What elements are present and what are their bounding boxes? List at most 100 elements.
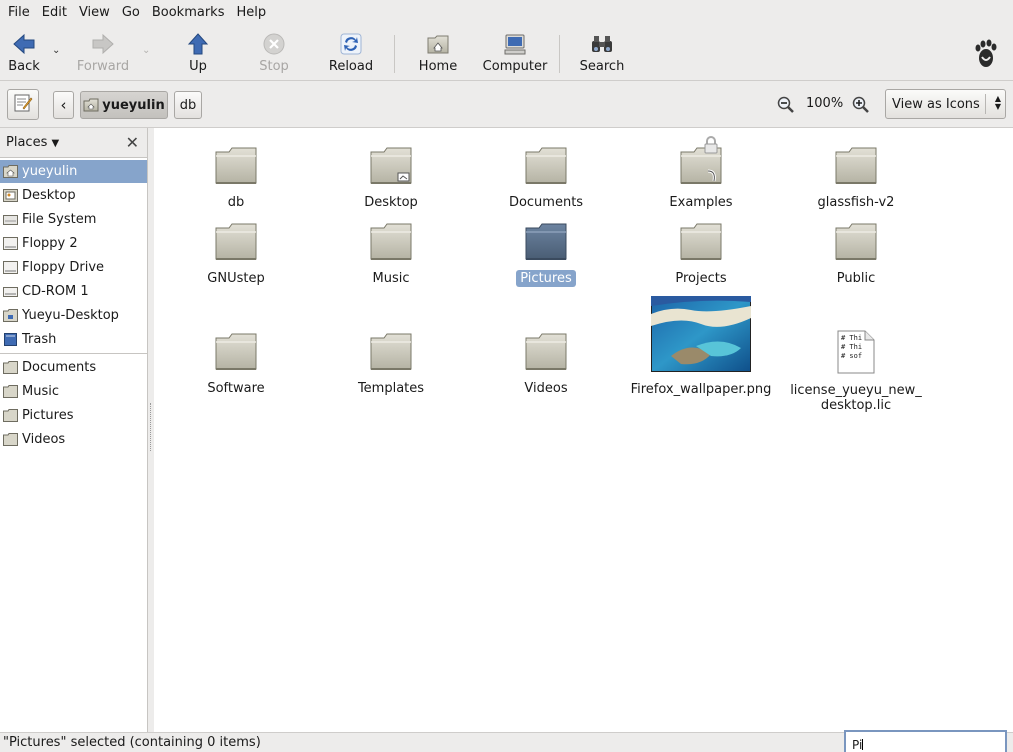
menu-view[interactable]: View [75, 5, 114, 20]
floppy-icon [3, 261, 18, 274]
sidebar-item-label: yueyulin [22, 164, 78, 179]
back-history-dropdown[interactable]: ⌄ [52, 45, 60, 56]
sidebar-item-yueyu-desktop[interactable]: Yueyu-Desktop [0, 304, 147, 327]
search-button[interactable]: Search [578, 33, 626, 77]
toolbar: Back ⌄ Forward ⌄ Up Stop Reload Home Com… [0, 25, 1013, 81]
file-item-public[interactable]: Public [781, 222, 931, 287]
reload-button[interactable]: Reload [327, 33, 375, 77]
breadcrumb-db[interactable]: db [174, 91, 202, 119]
sidebar-item-label: File System [22, 212, 97, 227]
stop-icon [262, 33, 286, 55]
forward-history-dropdown[interactable]: ⌄ [142, 45, 150, 56]
network-folder-icon [3, 309, 18, 322]
trash-icon [3, 333, 18, 346]
menu-help[interactable]: Help [232, 5, 270, 20]
view-mode-select[interactable]: View as Icons ▲ ▼ [885, 89, 1006, 119]
folder-icon [523, 332, 569, 376]
sidebar-item-cd-rom-1[interactable]: CD-ROM 1 [0, 280, 147, 303]
text-file-icon: # Thi # Thi # sof [837, 330, 875, 378]
up-arrow-icon [186, 33, 210, 55]
sidebar-item-yueyulin[interactable]: yueyulin [0, 160, 147, 183]
folder-icon [3, 361, 18, 374]
zoom-in-icon[interactable] [852, 96, 870, 118]
menu-edit[interactable]: Edit [38, 5, 71, 20]
reload-icon [339, 33, 363, 55]
folder-icon [213, 222, 259, 266]
file-item-examples[interactable]: Examples [626, 136, 776, 211]
cdrom-icon [3, 285, 18, 298]
file-item-desktop[interactable]: Desktop [316, 146, 466, 211]
folder-selected-icon [523, 222, 569, 266]
folder-icon [3, 409, 18, 422]
back-button[interactable]: Back [6, 33, 42, 77]
file-name-label: Desktop [364, 195, 418, 210]
file-item-videos[interactable]: Videos [471, 332, 621, 397]
sidebar-item-videos[interactable]: Videos [0, 428, 147, 451]
file-item-music[interactable]: Music [316, 222, 466, 287]
chevron-left-icon: ‹ [60, 96, 67, 114]
floppy-icon [3, 237, 18, 250]
toggle-location-entry-button[interactable] [7, 89, 39, 120]
sidebar-item-trash[interactable]: Trash [0, 328, 147, 351]
toolbar-separator [394, 35, 395, 73]
toolbar-separator [559, 35, 560, 73]
typeahead-search-input[interactable]: Pi [844, 730, 1007, 752]
stop-button[interactable]: Stop [255, 33, 293, 77]
file-name-label: Documents [508, 195, 584, 210]
up-button[interactable]: Up [180, 33, 216, 77]
folder-icon [3, 385, 18, 398]
sidebar-item-floppy-2[interactable]: Floppy 2 [0, 232, 147, 255]
menu-go[interactable]: Go [118, 5, 144, 20]
folder-icon [368, 332, 414, 376]
zoom-level[interactable]: 100% [806, 96, 843, 111]
forward-button[interactable]: Forward [76, 33, 130, 77]
sidebar-item-file-system[interactable]: File System [0, 208, 147, 231]
sidebar-item-floppy-drive[interactable]: Floppy Drive [0, 256, 147, 279]
home-folder-icon [426, 33, 450, 55]
file-name-label: Firefox_wallpaper.png [630, 382, 772, 397]
file-item-glassfish-v2[interactable]: glassfish-v2 [781, 146, 931, 211]
file-item-db[interactable]: db [161, 146, 311, 211]
sidebar-item-label: Yueyu-Desktop [22, 308, 119, 323]
menu-file[interactable]: File [4, 5, 34, 20]
status-text: "Pictures" selected (containing 0 items) [3, 735, 261, 750]
file-name-label: Videos [524, 381, 568, 396]
breadcrumb-scroll-left-button[interactable]: ‹ [53, 91, 74, 119]
menu-bookmarks[interactable]: Bookmarks [148, 5, 229, 20]
sidebar-item-documents[interactable]: Documents [0, 356, 147, 379]
sidebar-item-label: Pictures [22, 408, 74, 423]
folder-icon [3, 433, 18, 446]
file-item-pictures[interactable]: Pictures [471, 222, 621, 287]
places-selector[interactable]: Places ▼ [6, 135, 59, 150]
sidebar-item-desktop[interactable]: Desktop [0, 184, 147, 207]
file-item-software[interactable]: Software [161, 332, 311, 397]
breadcrumb-yueyulin[interactable]: yueyulin [80, 91, 168, 119]
file-item-templates[interactable]: Templates [316, 332, 466, 397]
sidebar-item-pictures[interactable]: Pictures [0, 404, 147, 427]
home-button[interactable]: Home [414, 33, 462, 77]
sidebar-item-music[interactable]: Music [0, 380, 147, 403]
zoom-out-icon[interactable] [777, 96, 795, 118]
file-item-license-yueyu-new-desktop-lic[interactable]: # Thi # Thi # sof license_yueyu_new_ desktop… [781, 330, 931, 414]
file-item-firefox-wallpaper-png[interactable]: Firefox_wallpaper.png [626, 296, 776, 398]
file-item-projects[interactable]: Projects [626, 222, 776, 287]
close-icon[interactable]: ✕ [126, 133, 139, 152]
home-folder-icon [83, 98, 99, 112]
edit-location-icon [13, 93, 33, 117]
select-updown-icon: ▲ ▼ [994, 94, 1001, 111]
forward-arrow-icon [91, 33, 115, 55]
folder-icon [213, 332, 259, 376]
desktop-folder-icon [368, 146, 414, 190]
file-item-gnustep[interactable]: GNUstep [161, 222, 311, 287]
folder-icon [833, 146, 879, 190]
home-folder-icon [3, 165, 18, 178]
sidebar-item-label: Desktop [22, 188, 76, 203]
sidebar-item-label: Music [22, 384, 59, 399]
file-name-label: Examples [669, 195, 733, 210]
sidebar-item-label: Floppy Drive [22, 260, 105, 275]
computer-button[interactable]: Computer [481, 33, 549, 77]
text-preview: # Thi # Thi # sof [841, 334, 863, 360]
file-item-documents[interactable]: Documents [471, 146, 621, 211]
chevron-down-icon: ▼ [51, 138, 60, 149]
file-name-label: Pictures [516, 270, 576, 287]
